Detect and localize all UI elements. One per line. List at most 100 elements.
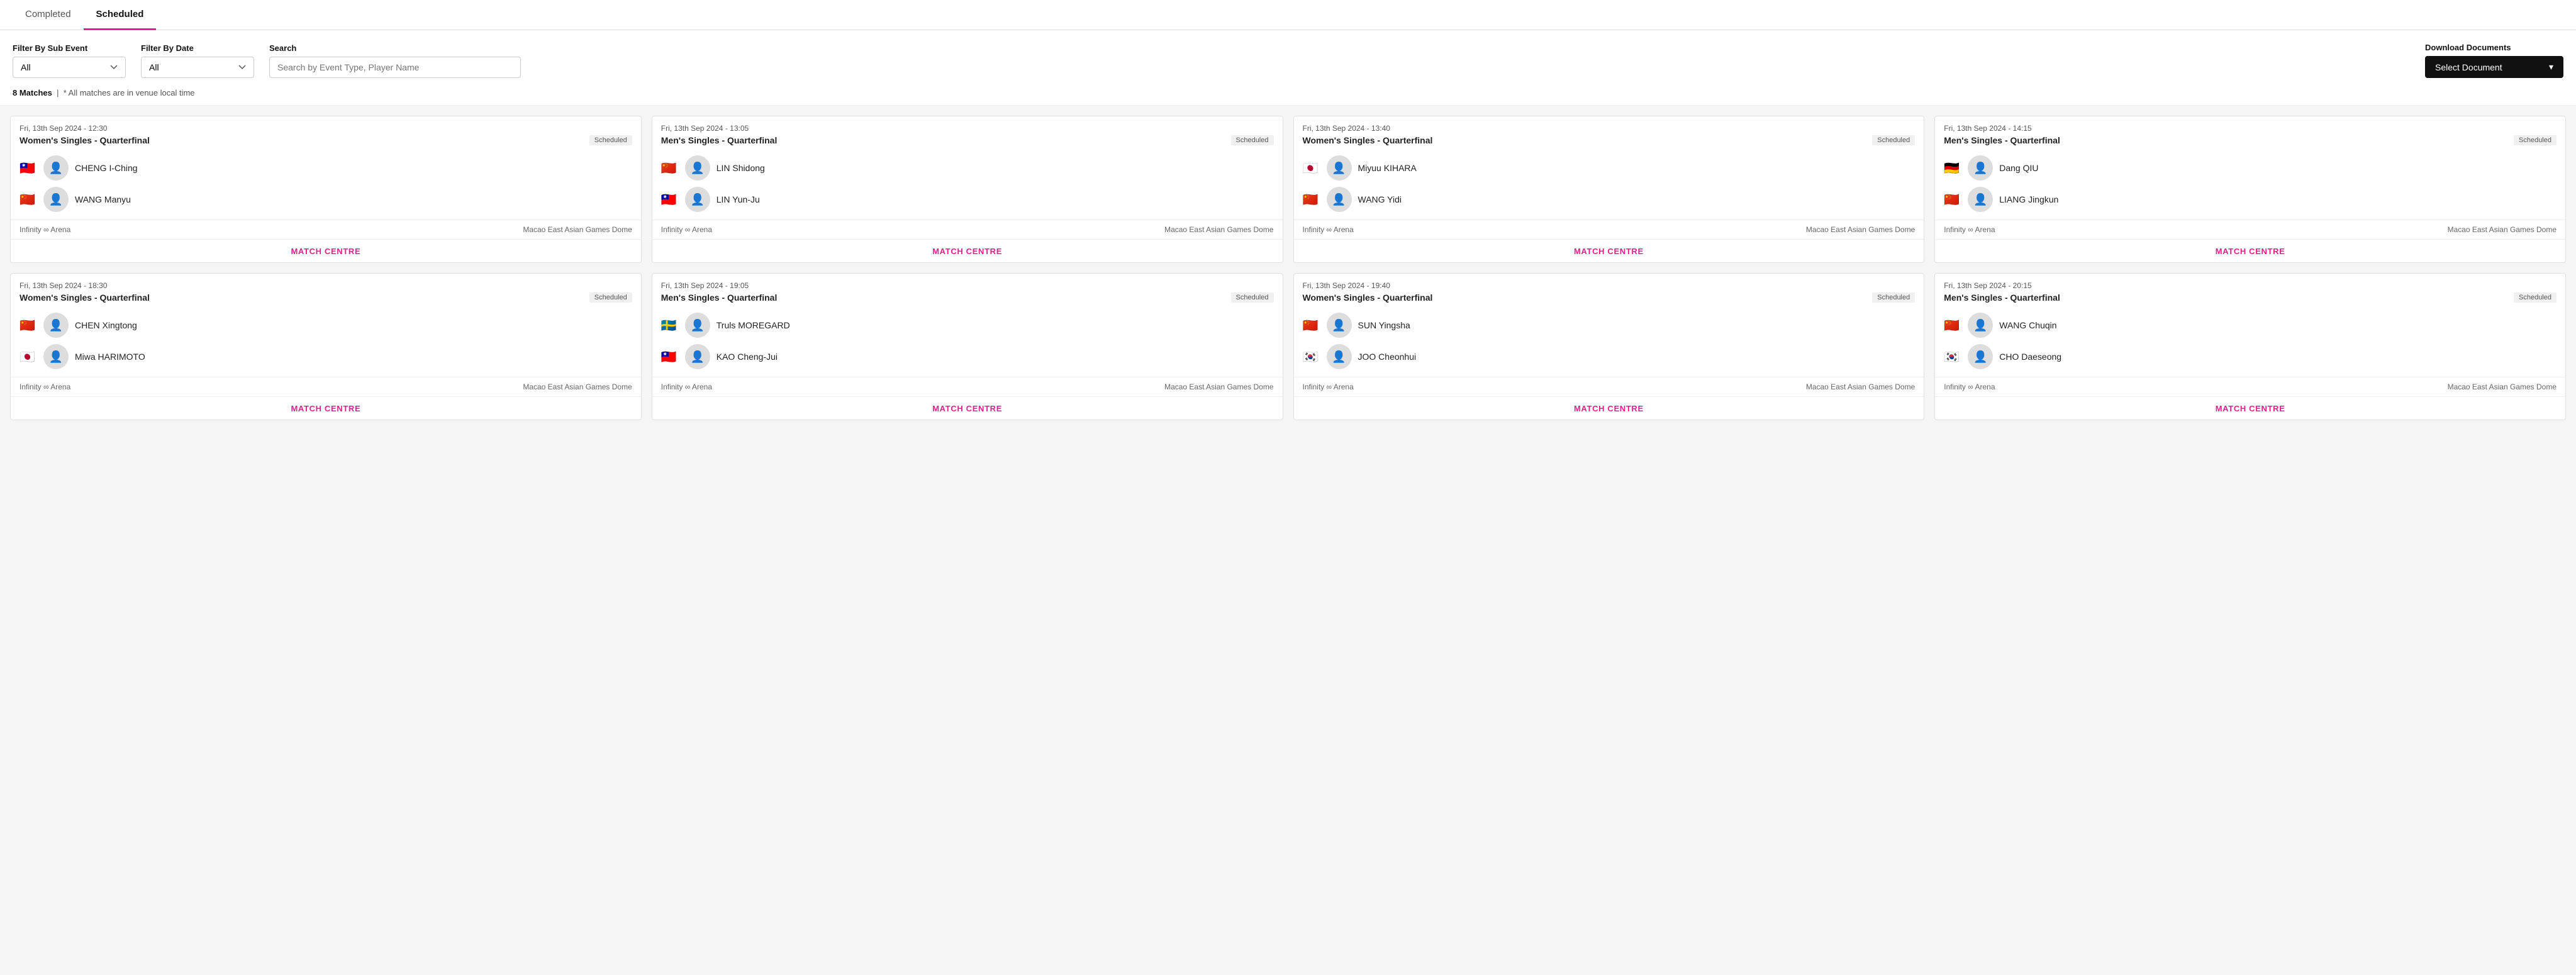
tab-scheduled[interactable]: Scheduled bbox=[84, 0, 157, 30]
player-flag: 🇹🇼 bbox=[20, 162, 37, 174]
player-flag: 🇯🇵 bbox=[20, 350, 37, 363]
card-footer: MATCH CENTRE bbox=[1294, 239, 1924, 262]
card-header: Fri, 13th Sep 2024 - 18:30 Women's Singl… bbox=[11, 274, 641, 305]
download-label: Download Documents bbox=[2425, 43, 2563, 52]
player-flag: 🇨🇳 bbox=[1303, 193, 1320, 206]
venue-name: Infinity ∞ Arena bbox=[661, 225, 712, 234]
player-name: Miyuu KIHARA bbox=[1358, 163, 1417, 173]
player-row: 🇨🇳 👤 WANG Yidi bbox=[1303, 187, 1915, 212]
card-players: 🇨🇳 👤 LIN Shidong 🇹🇼 👤 LIN Yun-Ju bbox=[652, 148, 1283, 220]
venue-location: Macao East Asian Games Dome bbox=[1164, 382, 1273, 391]
card-venue: Infinity ∞ Arena Macao East Asian Games … bbox=[11, 220, 641, 239]
card-players: 🇨🇳 👤 CHEN Xingtong 🇯🇵 👤 Miwa HARIMOTO bbox=[11, 305, 641, 377]
match-centre-button[interactable]: MATCH CENTRE bbox=[1574, 404, 1644, 413]
player-row: 🇨🇳 👤 LIANG Jingkun bbox=[1944, 187, 2556, 212]
player-flag: 🇯🇵 bbox=[1303, 162, 1320, 174]
card-datetime: Fri, 13th Sep 2024 - 20:15 bbox=[1944, 281, 2556, 290]
card-venue: Infinity ∞ Arena Macao East Asian Games … bbox=[1294, 220, 1924, 239]
card-venue: Infinity ∞ Arena Macao East Asian Games … bbox=[1294, 377, 1924, 396]
card-title-row: Men's Singles - Quarterfinal Scheduled bbox=[661, 135, 1274, 145]
match-centre-button[interactable]: MATCH CENTRE bbox=[291, 404, 360, 413]
sub-event-filter: Filter By Sub Event All bbox=[13, 43, 126, 78]
match-centre-button[interactable]: MATCH CENTRE bbox=[291, 247, 360, 256]
player-name: JOO Cheonhui bbox=[1358, 352, 1417, 362]
card-title-row: Women's Singles - Quarterfinal Scheduled bbox=[20, 292, 632, 303]
player-row: 🇨🇳 👤 CHEN Xingtong bbox=[20, 313, 632, 338]
card-header: Fri, 13th Sep 2024 - 19:40 Women's Singl… bbox=[1294, 274, 1924, 305]
player-name: WANG Chuqin bbox=[1999, 320, 2056, 330]
search-input[interactable] bbox=[269, 57, 521, 78]
player-flag: 🇨🇳 bbox=[1303, 319, 1320, 332]
match-card: Fri, 13th Sep 2024 - 20:15 Men's Singles… bbox=[1934, 273, 2566, 420]
card-datetime: Fri, 13th Sep 2024 - 12:30 bbox=[20, 124, 632, 133]
card-footer: MATCH CENTRE bbox=[1294, 396, 1924, 420]
player-avatar: 👤 bbox=[1327, 344, 1352, 369]
card-event: Women's Singles - Quarterfinal bbox=[20, 135, 150, 145]
tab-completed[interactable]: Completed bbox=[13, 0, 84, 30]
player-name: WANG Manyu bbox=[75, 194, 131, 204]
venue-location: Macao East Asian Games Dome bbox=[523, 382, 632, 391]
card-header: Fri, 13th Sep 2024 - 14:15 Men's Singles… bbox=[1935, 116, 2565, 148]
player-row: 🇨🇳 👤 SUN Yingsha bbox=[1303, 313, 1915, 338]
venue-name: Infinity ∞ Arena bbox=[1944, 382, 1995, 391]
card-header: Fri, 13th Sep 2024 - 12:30 Women's Singl… bbox=[11, 116, 641, 148]
card-footer: MATCH CENTRE bbox=[652, 239, 1283, 262]
card-header: Fri, 13th Sep 2024 - 20:15 Men's Singles… bbox=[1935, 274, 2565, 305]
player-name: Truls MOREGARD bbox=[716, 320, 790, 330]
card-datetime: Fri, 13th Sep 2024 - 14:15 bbox=[1944, 124, 2556, 133]
date-filter: Filter By Date All bbox=[141, 43, 254, 78]
card-status: Scheduled bbox=[1231, 292, 1274, 303]
match-centre-button[interactable]: MATCH CENTRE bbox=[2216, 247, 2285, 256]
card-footer: MATCH CENTRE bbox=[11, 396, 641, 420]
card-event: Men's Singles - Quarterfinal bbox=[1944, 135, 2060, 145]
match-centre-button[interactable]: MATCH CENTRE bbox=[2216, 404, 2285, 413]
player-flag: 🇸🇪 bbox=[661, 319, 679, 332]
player-avatar: 👤 bbox=[1327, 187, 1352, 212]
player-name: CHENG I-Ching bbox=[75, 163, 138, 173]
player-flag: 🇨🇳 bbox=[20, 193, 37, 206]
player-avatar: 👤 bbox=[685, 187, 710, 212]
player-row: 🇨🇳 👤 WANG Chuqin bbox=[1944, 313, 2556, 338]
sub-event-select[interactable]: All bbox=[13, 57, 126, 78]
venue-location: Macao East Asian Games Dome bbox=[2448, 225, 2556, 234]
player-flag: 🇩🇪 bbox=[1944, 162, 1961, 174]
card-players: 🇩🇪 👤 Dang QIU 🇨🇳 👤 LIANG Jingkun bbox=[1935, 148, 2565, 220]
search-label: Search bbox=[269, 43, 521, 53]
match-centre-button[interactable]: MATCH CENTRE bbox=[932, 404, 1002, 413]
player-name: LIN Shidong bbox=[716, 163, 765, 173]
player-name: WANG Yidi bbox=[1358, 194, 1402, 204]
card-players: 🇨🇳 👤 WANG Chuqin 🇰🇷 👤 CHO Daeseong bbox=[1935, 305, 2565, 377]
card-venue: Infinity ∞ Arena Macao East Asian Games … bbox=[652, 377, 1283, 396]
card-venue: Infinity ∞ Arena Macao East Asian Games … bbox=[11, 377, 641, 396]
venue-location: Macao East Asian Games Dome bbox=[2448, 382, 2556, 391]
player-flag: 🇰🇷 bbox=[1303, 350, 1320, 363]
player-flag: 🇹🇼 bbox=[661, 350, 679, 363]
player-name: CHO Daeseong bbox=[1999, 352, 2061, 362]
match-card: Fri, 13th Sep 2024 - 19:40 Women's Singl… bbox=[1293, 273, 1925, 420]
venue-name: Infinity ∞ Arena bbox=[1303, 382, 1354, 391]
matches-grid: Fri, 13th Sep 2024 - 12:30 Women's Singl… bbox=[0, 106, 2576, 430]
filters-bar: Filter By Sub Event All Filter By Date A… bbox=[0, 30, 2576, 84]
tabs-bar: Completed Scheduled bbox=[0, 0, 2576, 30]
match-centre-button[interactable]: MATCH CENTRE bbox=[1574, 247, 1644, 256]
date-select[interactable]: All bbox=[141, 57, 254, 78]
card-title-row: Women's Singles - Quarterfinal Scheduled bbox=[20, 135, 632, 145]
match-card: Fri, 13th Sep 2024 - 19:05 Men's Singles… bbox=[652, 273, 1283, 420]
player-row: 🇨🇳 👤 LIN Shidong bbox=[661, 155, 1274, 181]
venue-name: Infinity ∞ Arena bbox=[20, 382, 70, 391]
player-avatar: 👤 bbox=[685, 344, 710, 369]
player-row: 🇸🇪 👤 Truls MOREGARD bbox=[661, 313, 1274, 338]
player-avatar: 👤 bbox=[43, 344, 69, 369]
player-avatar: 👤 bbox=[1968, 187, 1993, 212]
download-select-button[interactable]: Select Document ▾ bbox=[2425, 56, 2563, 78]
match-card: Fri, 13th Sep 2024 - 13:05 Men's Singles… bbox=[652, 116, 1283, 263]
card-status: Scheduled bbox=[1872, 135, 1915, 145]
match-centre-button[interactable]: MATCH CENTRE bbox=[932, 247, 1002, 256]
player-name: CHEN Xingtong bbox=[75, 320, 137, 330]
player-name: KAO Cheng-Jui bbox=[716, 352, 778, 362]
player-avatar: 👤 bbox=[1327, 155, 1352, 181]
player-row: 🇰🇷 👤 CHO Daeseong bbox=[1944, 344, 2556, 369]
card-title-row: Men's Singles - Quarterfinal Scheduled bbox=[1944, 292, 2556, 303]
player-row: 🇹🇼 👤 LIN Yun-Ju bbox=[661, 187, 1274, 212]
card-header: Fri, 13th Sep 2024 - 19:05 Men's Singles… bbox=[652, 274, 1283, 305]
